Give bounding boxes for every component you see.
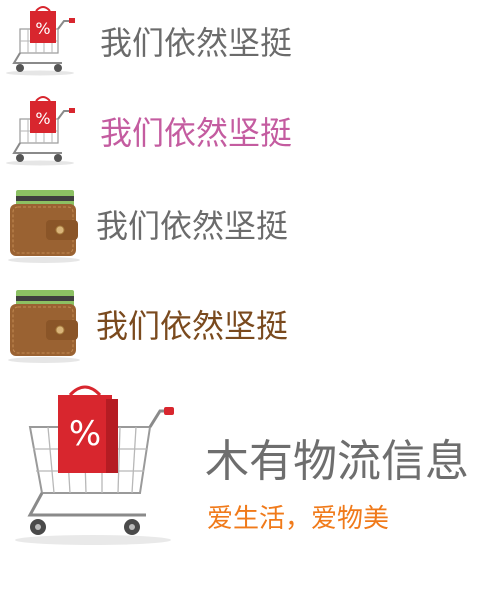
shopping-cart-icon: %: [8, 385, 188, 550]
row-label: 我们依然坚挺: [100, 114, 293, 152]
list-item[interactable]: % 我们依然坚挺: [0, 5, 292, 77]
list-item[interactable]: 我们依然坚挺: [0, 184, 288, 264]
list-item[interactable]: % 我们依然坚挺: [0, 95, 292, 167]
wallet-icon: [0, 284, 84, 364]
wallet-icon: [0, 184, 84, 264]
logistics-status-page: % 我们依然坚挺 % 我们依然坚挺 我们依然坚挺 我们依然坚挺 % 木有物流信息…: [0, 0, 500, 600]
shopping-cart-icon: %: [0, 5, 90, 77]
list-item[interactable]: 我们依然坚挺: [0, 284, 288, 364]
row-label: 我们依然坚挺: [96, 207, 289, 245]
cart-badge: %: [35, 109, 50, 128]
cart-badge: %: [35, 19, 50, 38]
row-label: 我们依然坚挺: [100, 24, 293, 62]
row-label: 我们依然坚挺: [96, 307, 289, 345]
shopping-cart-icon: %: [0, 95, 90, 167]
empty-state-subtitle: 爱生活，爱物美: [207, 504, 390, 534]
cart-badge: %: [69, 414, 101, 454]
empty-state-title: 木有物流信息: [205, 436, 469, 487]
